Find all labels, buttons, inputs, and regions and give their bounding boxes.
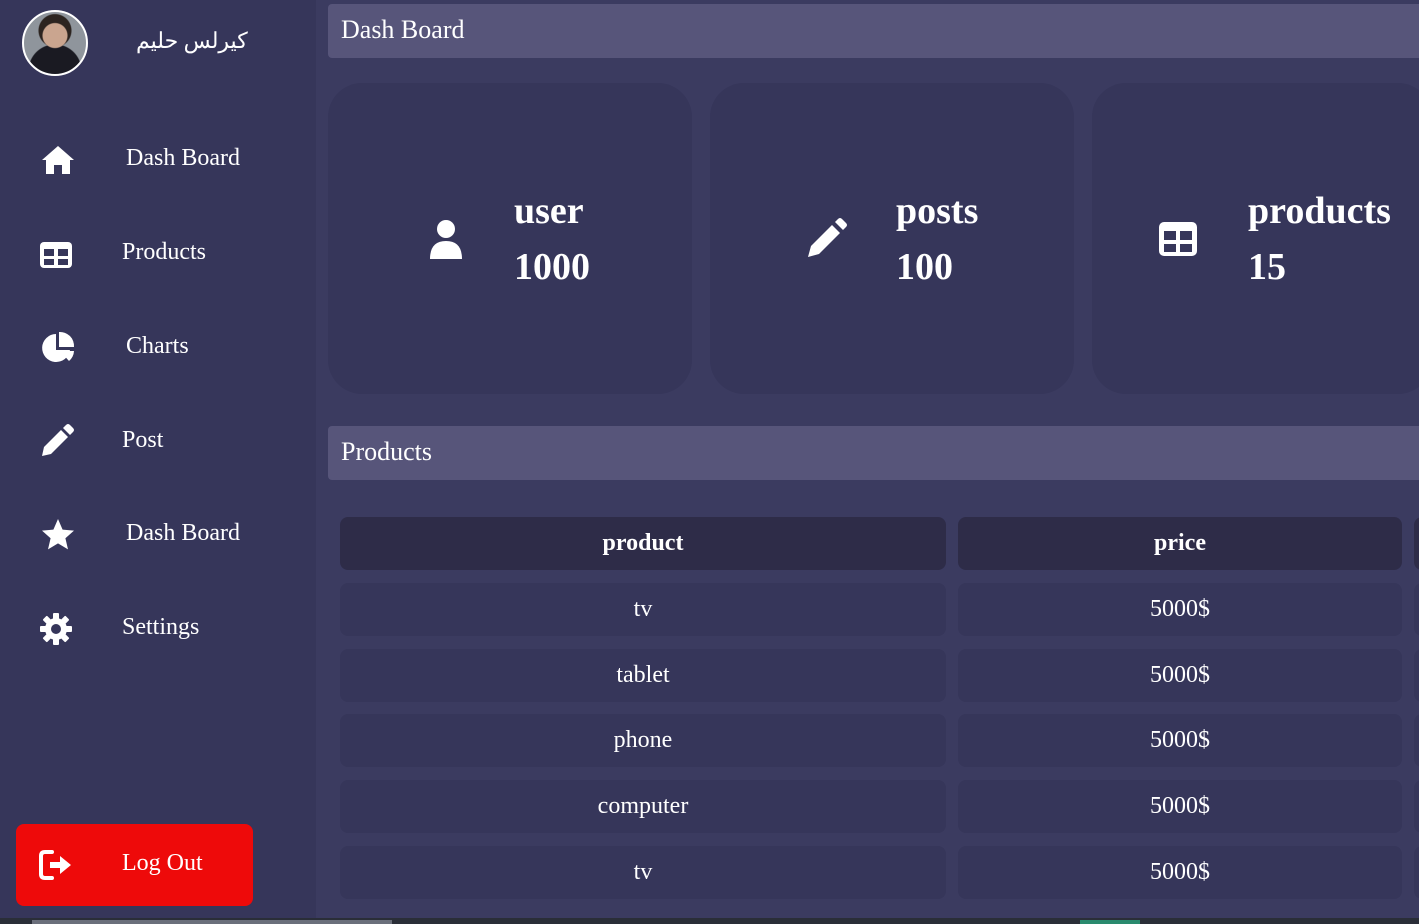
sidebar-item-label: Settings bbox=[122, 614, 200, 640]
pencil-icon bbox=[808, 218, 847, 257]
table-cell-price: 5000$ bbox=[958, 649, 1402, 702]
pencil-icon bbox=[42, 424, 74, 456]
table-cell-extra bbox=[1414, 846, 1419, 899]
sidebar-item-post[interactable]: Post bbox=[0, 416, 316, 466]
table-cell-price: 5000$ bbox=[958, 846, 1402, 899]
table-cell-extra bbox=[1414, 714, 1419, 767]
stat-label: products bbox=[1248, 190, 1391, 232]
table-cell-product: tv bbox=[340, 846, 946, 899]
page-title: Dash Board bbox=[341, 15, 465, 44]
sidebar-item-label: Dash Board bbox=[126, 145, 240, 171]
avatar[interactable] bbox=[22, 10, 88, 76]
table-cell-product: tablet bbox=[340, 649, 946, 702]
products-section-bar: Products bbox=[328, 426, 1419, 480]
sidebar-item-charts[interactable]: Charts bbox=[0, 322, 316, 372]
scrollbar-thumb[interactable] bbox=[32, 920, 392, 924]
profile-name: كيرلس حليم bbox=[136, 28, 248, 53]
table-icon bbox=[1159, 222, 1197, 256]
stat-card-posts: posts 100 bbox=[710, 83, 1074, 394]
sidebar-item-settings[interactable]: Settings bbox=[0, 603, 316, 653]
table-header-product: product bbox=[340, 517, 946, 570]
logout-button[interactable]: Log Out bbox=[16, 824, 253, 906]
table-cell-product: phone bbox=[340, 714, 946, 767]
table-cell-extra bbox=[1414, 780, 1419, 833]
sidebar-item-label: Charts bbox=[126, 333, 189, 359]
table-cell-extra bbox=[1414, 649, 1419, 702]
logout-icon bbox=[39, 850, 71, 880]
table-cell-extra bbox=[1414, 583, 1419, 636]
user-icon bbox=[430, 220, 462, 259]
table-cell-product: tv bbox=[340, 583, 946, 636]
section-title: Products bbox=[341, 437, 432, 466]
stat-label: user bbox=[514, 190, 584, 232]
sidebar-item-products[interactable]: Products bbox=[0, 228, 316, 278]
sidebar-item-dashboard[interactable]: Dash Board bbox=[0, 134, 316, 184]
sidebar-item-label: Dash Board bbox=[126, 520, 240, 546]
stat-card-products: products 15 bbox=[1092, 83, 1419, 394]
stat-value: 1000 bbox=[514, 246, 590, 288]
gear-icon bbox=[40, 613, 72, 645]
table-header-price: price bbox=[958, 517, 1402, 570]
table-cell-price: 5000$ bbox=[958, 583, 1402, 636]
star-icon bbox=[42, 519, 74, 550]
table-header-extra bbox=[1414, 517, 1419, 570]
stat-value: 100 bbox=[896, 246, 953, 288]
scrollbar-indicator bbox=[1080, 920, 1140, 924]
stat-label: posts bbox=[896, 190, 979, 232]
table-cell-price: 5000$ bbox=[958, 714, 1402, 767]
sidebar-item-dashboard-star[interactable]: Dash Board bbox=[0, 509, 316, 559]
header-bar: Dash Board bbox=[328, 4, 1419, 58]
sidebar: كيرلس حليم Dash Board Products Charts Po… bbox=[0, 0, 316, 924]
stat-value: 15 bbox=[1248, 246, 1286, 288]
stat-card-users: user 1000 bbox=[328, 83, 692, 394]
table-cell-product: computer bbox=[340, 780, 946, 833]
table-icon bbox=[40, 242, 72, 268]
home-icon bbox=[42, 146, 74, 174]
sidebar-item-label: Products bbox=[122, 239, 206, 265]
sidebar-item-label: Post bbox=[122, 427, 164, 453]
table-cell-price: 5000$ bbox=[958, 780, 1402, 833]
logout-label: Log Out bbox=[122, 850, 203, 876]
pie-chart-icon bbox=[42, 331, 75, 362]
scrollbar-track[interactable] bbox=[0, 918, 1419, 924]
